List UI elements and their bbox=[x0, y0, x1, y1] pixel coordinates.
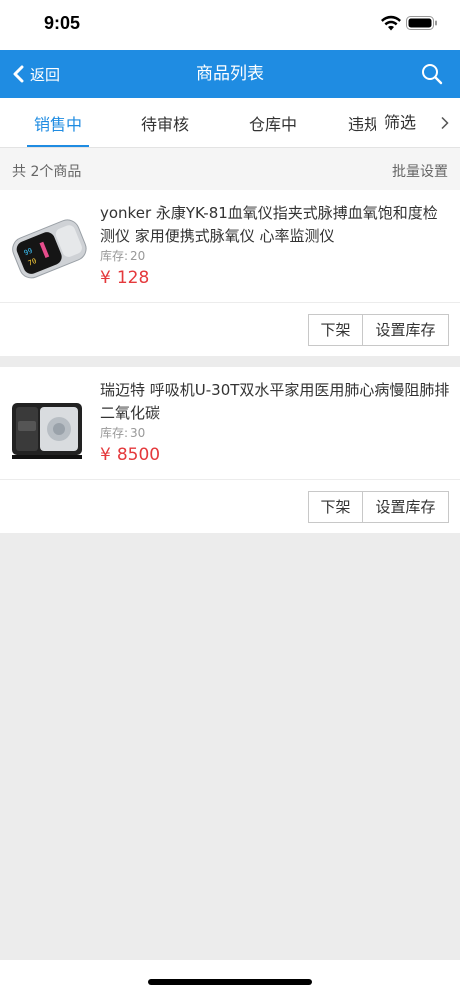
product-card: 99 70 yonker 永康YK-81血氧仪指夹式脉搏血氧饱和度检测仪 家用便… bbox=[0, 190, 460, 356]
product-name: 瑞迈特 呼吸机U-30T双水平家用医用肺心病慢阻肺排二氧化碳 bbox=[100, 381, 450, 422]
product-info[interactable]: 99 70 yonker 永康YK-81血氧仪指夹式脉搏血氧饱和度检测仪 家用便… bbox=[0, 190, 460, 302]
batch-settings-button[interactable]: 批量设置 bbox=[392, 161, 448, 181]
product-count: 共 2个商品 bbox=[12, 164, 82, 180]
divider bbox=[0, 302, 460, 303]
stock-value: 20 bbox=[130, 249, 146, 263]
price-value: 8500 bbox=[116, 445, 161, 465]
status-bar: 9:05 bbox=[0, 0, 460, 50]
list-summary: 共 2个商品 批量设置 bbox=[0, 148, 460, 190]
stock-label: 库存: bbox=[100, 426, 129, 440]
product-price: ¥8500 bbox=[100, 445, 160, 465]
price-value: 128 bbox=[116, 268, 150, 288]
product-image: 99 70 bbox=[8, 204, 90, 290]
currency-symbol: ¥ bbox=[100, 445, 111, 465]
tab-pending-review[interactable]: 待审核 bbox=[141, 98, 189, 147]
bottom-safe-area bbox=[0, 960, 460, 996]
search-icon[interactable] bbox=[420, 62, 444, 86]
product-name: yonker 永康YK-81血氧仪指夹式脉搏血氧饱和度检测仪 家用便携式脉氧仪 … bbox=[100, 204, 438, 245]
product-stock: 库存: 30 bbox=[100, 424, 145, 441]
chevron-left-icon bbox=[13, 65, 24, 83]
offshelf-button[interactable]: 下架 bbox=[308, 491, 363, 523]
tab-on-sale[interactable]: 销售中 bbox=[34, 98, 82, 147]
offshelf-button[interactable]: 下架 bbox=[308, 314, 363, 346]
set-stock-button[interactable]: 设置库存 bbox=[362, 491, 449, 523]
page-title: 商品列表 bbox=[196, 64, 264, 84]
status-tabs: 销售中 待审核 仓库中 违规 筛选 bbox=[0, 98, 460, 148]
product-info[interactable]: 瑞迈特 呼吸机U-30T双水平家用医用肺心病慢阻肺排二氧化碳 库存: 30 ¥85… bbox=[0, 367, 460, 479]
divider bbox=[0, 479, 460, 480]
wifi-icon bbox=[381, 15, 401, 31]
currency-symbol: ¥ bbox=[100, 268, 111, 288]
stock-label: 库存: bbox=[100, 249, 129, 263]
tab-warehouse[interactable]: 仓库中 bbox=[249, 98, 297, 147]
product-image bbox=[8, 381, 90, 467]
status-time: 9:05 bbox=[44, 13, 81, 33]
battery-icon bbox=[406, 16, 437, 30]
chevron-right-icon bbox=[441, 116, 449, 130]
stock-value: 30 bbox=[130, 426, 146, 440]
product-card: 瑞迈特 呼吸机U-30T双水平家用医用肺心病慢阻肺排二氧化碳 库存: 30 ¥85… bbox=[0, 367, 460, 533]
filter-button[interactable]: 筛选 bbox=[376, 98, 460, 147]
product-price: ¥128 bbox=[100, 268, 149, 288]
filter-label: 筛选 bbox=[384, 113, 417, 132]
back-button[interactable]: 返回 bbox=[12, 50, 60, 98]
product-stock: 库存: 20 bbox=[100, 247, 145, 264]
nav-bar: 返回 商品列表 bbox=[0, 50, 460, 98]
back-label: 返回 bbox=[30, 65, 61, 84]
home-indicator[interactable] bbox=[148, 979, 312, 985]
set-stock-button[interactable]: 设置库存 bbox=[362, 314, 449, 346]
